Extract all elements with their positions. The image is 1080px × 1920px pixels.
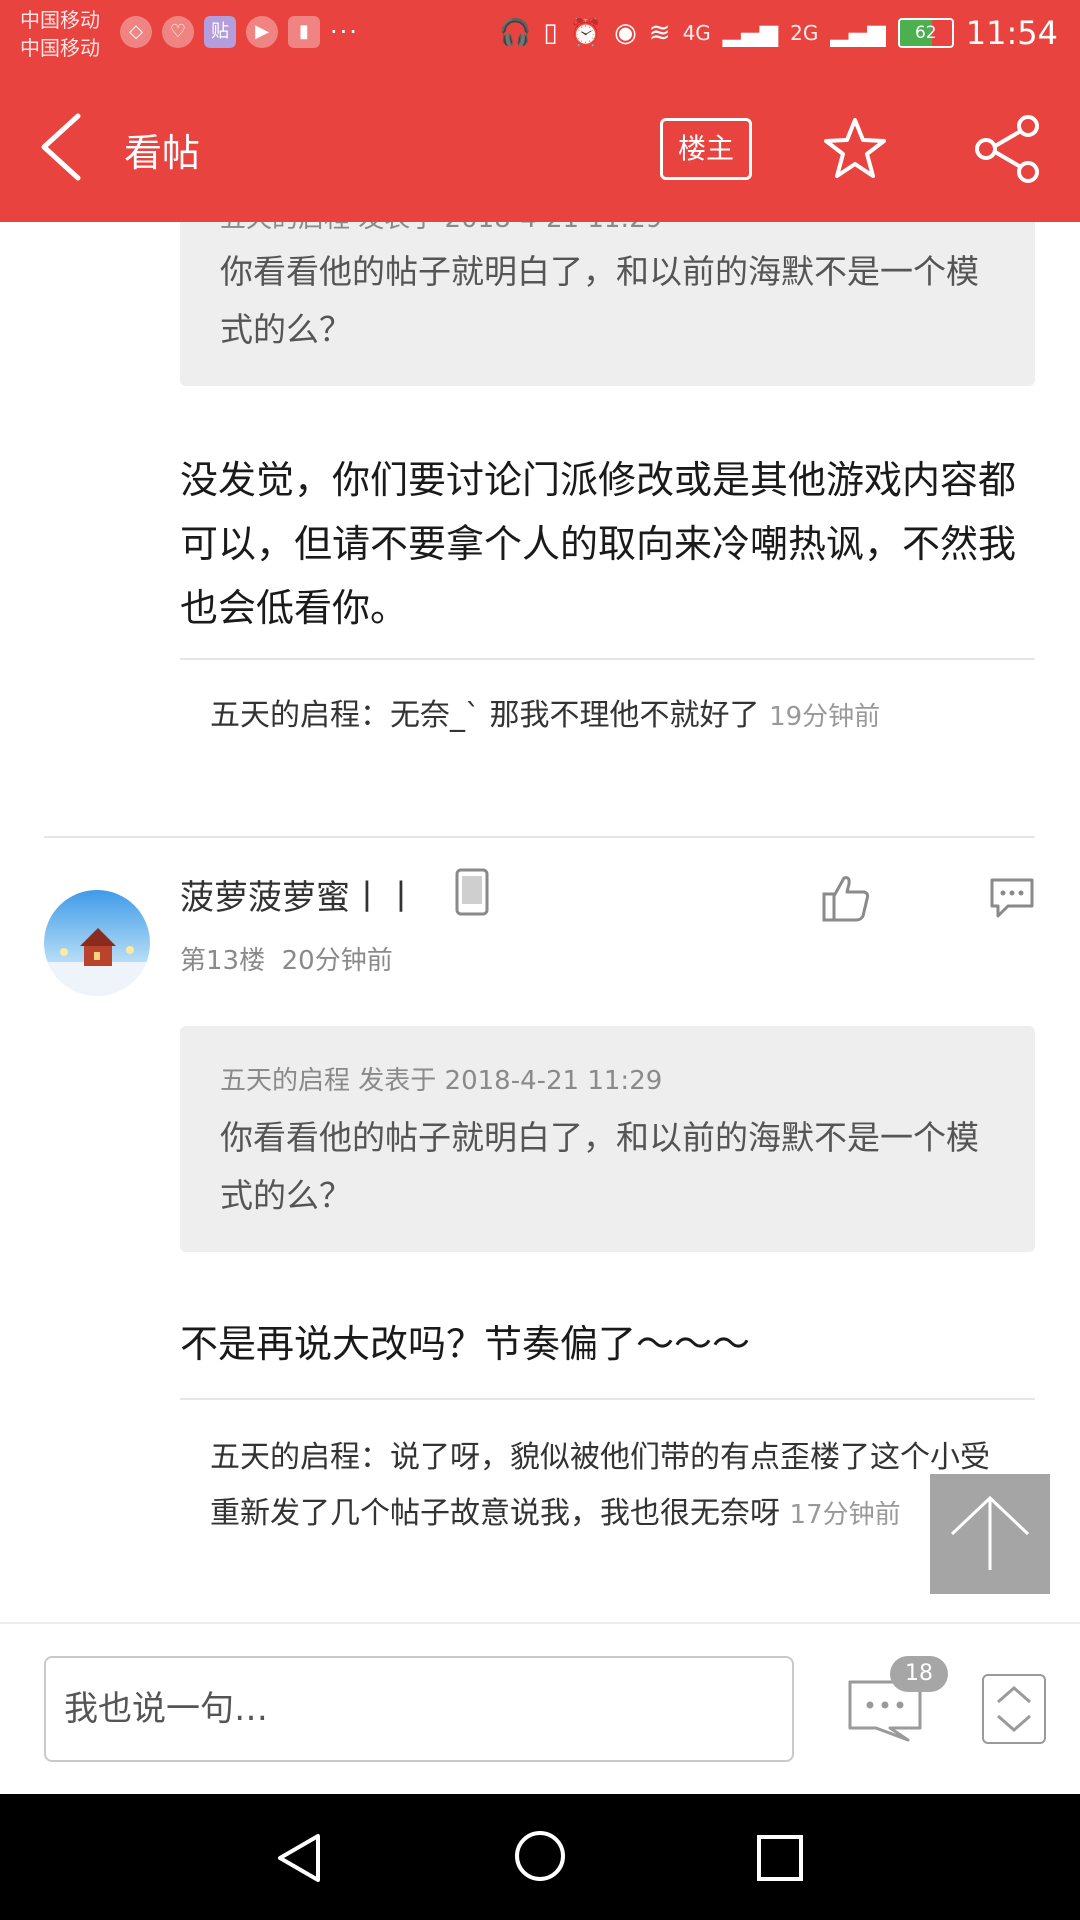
avatar[interactable] [44, 890, 150, 996]
like-thumb-icon[interactable] [820, 872, 872, 924]
up-down-icon [997, 1686, 1031, 1732]
book-icon: ▮ [288, 16, 320, 48]
battery-level: 62 [914, 23, 937, 43]
arrow-up-icon [950, 1495, 1030, 1570]
more-notifications-icon: ··· [330, 18, 359, 46]
post-body: 没发觉，你们要讨论门派修改或是其他游戏内容都可以，但请不要拿个人的取向来冷嘲热讽… [180, 458, 1017, 630]
system-status: 🎧 ▯ ⏰ ◉ ≋ 4G ▂▄▆ 2G ▂▄▆ 62 11:54 [499, 14, 1058, 52]
clock: 11:54 [965, 14, 1058, 52]
quote-meta: 五天的启程 发表于 2018-4-21 11:29 [220, 1066, 663, 1096]
carrier-2: 中国移动 [20, 36, 100, 60]
divider [180, 1398, 1035, 1400]
alarm-icon: ⏰ [569, 18, 603, 48]
mobile-device-icon [455, 868, 489, 916]
reply-time: 19分钟前 [769, 702, 881, 732]
wifi-icon: ≋ [648, 18, 671, 48]
post-divider [44, 836, 1035, 838]
reply-input-box[interactable] [44, 1656, 794, 1762]
quote-block: 五天的启程 发表于 2018-4-21 11:29 你看看他的帖子就明白了，和以… [180, 1026, 1035, 1252]
reply-text: 无奈_` 那我不理他不就好了 [390, 698, 760, 733]
signal-1-icon: ▂▄▆ [722, 19, 779, 47]
reply-comment-icon[interactable] [988, 876, 1036, 920]
quote-block: 五天的启程 发表于 2018-4-21 11:29 你看看他的帖子就明白了，和以… [180, 222, 1035, 386]
reply-input[interactable] [46, 1658, 792, 1760]
reply-time: 17分钟前 [789, 1500, 901, 1530]
play-icon: ▶ [246, 16, 278, 48]
eye-comfort-icon: ◉ [614, 18, 637, 48]
signal-2-icon: ▂▄▆ [830, 19, 886, 47]
vibrate-icon: ▯ [543, 18, 558, 48]
quote-text: 你看看他的帖子就明白了，和以前的海默不是一个模式的么？ [220, 252, 979, 349]
nav-back-icon[interactable] [272, 1830, 328, 1886]
heart-icon: ♡ [162, 16, 194, 48]
reply-bar: 18 [0, 1622, 1080, 1796]
notification-icons: ◇ ♡ 贴 ▶ ▮ ··· [120, 16, 359, 48]
nav-home-icon[interactable] [512, 1828, 568, 1884]
page-title: 看帖 [124, 131, 201, 175]
status-bar: 中国移动 中国移动 ◇ ♡ 贴 ▶ ▮ ··· 🎧 ▯ ⏰ ◉ ≋ 4G ▂▄▆… [0, 0, 1080, 72]
post-body: 不是再说大改吗？节奏偏了～～～ [180, 1322, 751, 1366]
system-navigation-bar [0, 1794, 1080, 1920]
carrier-info: 中国移动 中国移动 [20, 6, 100, 62]
reply-item[interactable]: 五天的启程：说了呀，貌似被他们带的有点歪楼了这个小受重新发了几个帖子故意说我，我… [210, 1430, 1010, 1543]
quote-meta: 五天的启程 发表于 2018-4-21 11:29 [220, 222, 995, 235]
share-icon[interactable] [972, 114, 1042, 184]
comment-count-badge: 18 [890, 1656, 948, 1692]
headphones-icon: 🎧 [499, 18, 532, 48]
scroll-to-top-button[interactable] [930, 1474, 1050, 1594]
network-2g-label: 2G [790, 21, 819, 45]
only-owner-button[interactable]: 楼主 [660, 118, 752, 180]
reply-item[interactable]: 五天的启程：无奈_` 那我不理他不就好了 19分钟前 [210, 688, 1010, 745]
username[interactable]: 菠萝菠萝蜜丨丨 [180, 870, 418, 919]
post-meta: 第13楼 20分钟前 [180, 940, 393, 977]
thread-content[interactable]: 五天的启程 发表于 2018-4-21 11:29 你看看他的帖子就明白了，和以… [0, 222, 1080, 1620]
app-notification-icon: ◇ [120, 16, 152, 48]
favorite-star-icon[interactable] [822, 116, 888, 182]
carrier-1: 中国移动 [20, 8, 100, 32]
tieba-icon: 贴 [204, 16, 236, 48]
quote-text: 你看看他的帖子就明白了，和以前的海默不是一个模式的么？ [220, 1118, 979, 1215]
avatar-image [44, 890, 150, 996]
battery-icon: 62 [897, 18, 954, 48]
reply-author: 五天的启程： [210, 698, 390, 733]
floor-number: 第13楼 [180, 946, 266, 976]
network-4g-label: 4G [682, 21, 711, 45]
post-time: 20分钟前 [281, 946, 393, 976]
back-arrow-icon[interactable] [36, 112, 96, 182]
divider [180, 658, 1035, 660]
page-jump-button[interactable] [982, 1674, 1046, 1744]
app-bar: 看帖 楼主 [0, 72, 1080, 222]
reply-author: 五天的启程： [210, 1440, 390, 1475]
nav-recent-apps-icon[interactable] [752, 1830, 808, 1886]
